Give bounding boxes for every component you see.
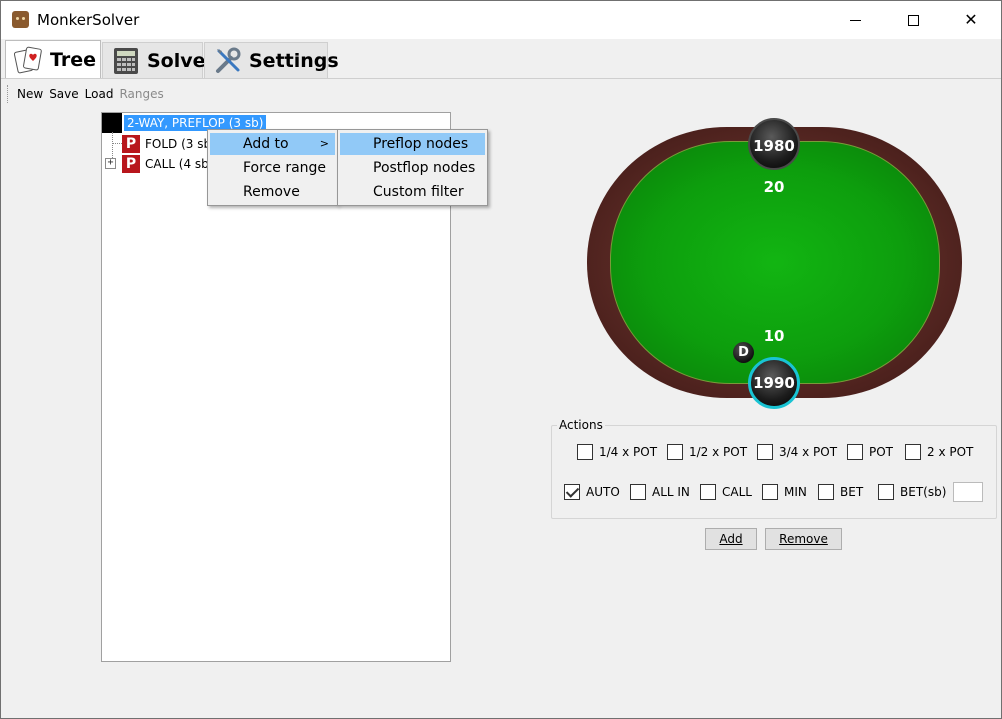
seat-bottom-stack[interactable]: 1990 [748,357,800,409]
menu-item-add-to[interactable]: Add to > [210,133,335,155]
menu-item-label: Custom filter [373,184,464,200]
checkbox-box[interactable] [847,444,863,460]
checkbox-label: 2 x POT [927,445,974,459]
tree-node-label: CALL (4 sb [145,157,209,171]
menu-item-label: Postflop nodes [373,160,476,176]
checkbox-box[interactable] [630,484,646,500]
playing-cards-icon [13,45,44,75]
tab-bar: Tree Solve Settings [1,39,1001,79]
checkbox-label: 1/4 x POT [599,445,658,459]
submenu: Preflop nodes Postflop nodes Custom filt… [337,129,488,206]
tree-node-fold[interactable]: P FOLD (3 sb [122,134,211,154]
menu-item-label: Preflop nodes [373,136,469,152]
checkbox-two-pot[interactable]: 2 x POT [905,444,973,460]
player-badge-icon: P [122,135,140,153]
ranges-button[interactable]: Ranges [119,87,163,101]
checkbox-label: AUTO [586,485,620,499]
tree-node-label: FOLD (3 sb [145,137,212,151]
maximize-button[interactable] [890,1,936,39]
menu-item-label: Add to [243,136,289,152]
close-button[interactable]: ✕ [948,1,994,39]
root-node-icon [102,113,122,133]
seat-top-stack[interactable]: 1980 [748,118,800,170]
checkbox-all-in[interactable]: ALL IN [630,484,690,500]
checkbox-auto[interactable]: AUTO [564,484,620,500]
tab-tree[interactable]: Tree [5,40,101,79]
checkbox-box[interactable] [667,444,683,460]
remove-action-button[interactable]: Remove [765,528,842,550]
checkbox-label: BET(sb) [900,485,947,499]
checkbox-label: BET [840,485,864,499]
tools-icon [213,46,243,76]
checkbox-bet[interactable]: BET [818,484,863,500]
seat-top-bet: 20 [763,178,785,196]
checkbox-label: 1/2 x POT [689,445,748,459]
close-icon: ✕ [964,10,978,29]
app-window: MonkerSolver ✕ Tree Solve Settings New S… [0,0,1002,719]
tab-solve-label: Solve [147,50,206,72]
window-title: MonkerSolver [37,11,140,29]
checkbox-box[interactable] [577,444,593,460]
calculator-icon [111,46,141,76]
save-button[interactable]: Save [49,87,78,101]
load-button[interactable]: Load [85,87,114,101]
minimize-icon [849,20,861,21]
checkbox-label: POT [869,445,894,459]
maximize-icon [907,15,919,26]
tab-solve[interactable]: Solve [102,42,206,79]
checkbox-box[interactable] [762,484,778,500]
checkbox-pot[interactable]: POT [847,444,893,460]
checkbox-quarter-pot[interactable]: 1/4 x POT [577,444,657,460]
new-button[interactable]: New [17,87,43,101]
expand-icon[interactable]: + [105,158,116,169]
actions-group [551,425,997,519]
chevron-right-icon: > [319,137,329,150]
menu-item-force-range[interactable]: Force range [210,157,335,179]
actions-title: Actions [557,418,605,432]
tab-settings[interactable]: Settings [204,42,339,79]
checkbox-box[interactable] [818,484,834,500]
tree-node-call[interactable]: P CALL (4 sb [122,154,209,174]
tab-divider [1,78,1001,79]
tree-connector [112,143,122,144]
checkbox-box[interactable] [564,484,580,500]
add-action-button[interactable]: Add [705,528,757,550]
context-menu: Add to > Force range Remove [207,129,338,206]
checkbox-box[interactable] [700,484,716,500]
checkbox-half-pot[interactable]: 1/2 x POT [667,444,747,460]
checkbox-label: CALL [722,485,752,499]
checkbox-label: ALL IN [652,485,690,499]
minimize-button[interactable] [832,1,878,39]
monkey-app-icon [12,11,29,28]
checkbox-min[interactable]: MIN [762,484,807,500]
checkbox-label: 3/4 x POT [779,445,838,459]
title-bar: MonkerSolver ✕ [1,1,1001,39]
menu-item-label: Force range [243,160,327,176]
checkbox-three-quarter-pot[interactable]: 3/4 x POT [757,444,837,460]
toolbar: New Save Load Ranges [1,81,170,107]
seat-bottom-bet: 10 [763,327,785,345]
menu-item-postflop-nodes[interactable]: Postflop nodes [340,157,485,179]
dealer-button-icon: D [733,342,754,363]
toolbar-grip[interactable] [7,85,11,103]
menu-item-label: Remove [243,184,300,200]
menu-item-custom-filter[interactable]: Custom filter [340,181,485,203]
player-badge-icon: P [122,155,140,173]
checkbox-label: MIN [784,485,807,499]
menu-item-remove[interactable]: Remove [210,181,335,203]
checkbox-box[interactable] [905,444,921,460]
checkbox-call[interactable]: CALL [700,484,752,500]
checkbox-box[interactable] [878,484,894,500]
menu-item-preflop-nodes[interactable]: Preflop nodes [340,133,485,155]
checkbox-bet-sb[interactable]: BET(sb) [878,484,946,500]
checkbox-box[interactable] [757,444,773,460]
tab-tree-label: Tree [50,49,97,71]
bet-sb-input[interactable] [953,482,983,502]
tab-settings-label: Settings [249,50,339,72]
